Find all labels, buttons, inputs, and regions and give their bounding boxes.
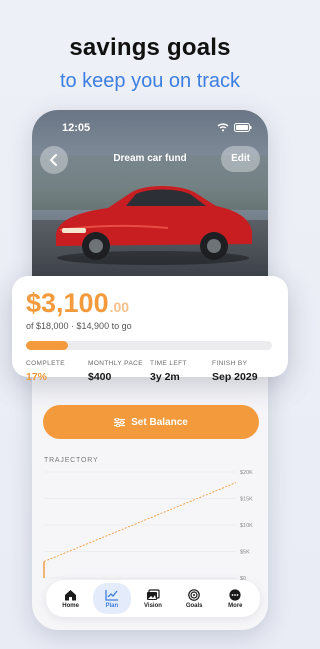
battery-icon: [234, 123, 252, 132]
stat-finish-by: FINISH BY Sep 2029: [212, 360, 274, 383]
progress-bar: [26, 341, 272, 350]
sliders-icon: [114, 417, 126, 427]
y-tick-label: $10K: [240, 523, 253, 529]
images-icon: [146, 588, 160, 600]
stat-monthly-pace: MONTHLY PACE $400: [88, 360, 150, 383]
tab-label: Goals: [185, 602, 203, 609]
savings-summary-card: $3,100 .00 of $18,000 · $14,900 to go CO…: [12, 276, 288, 383]
set-balance-label: Set Balance: [131, 416, 188, 428]
stat-value: $400: [88, 371, 112, 383]
chart-line-icon: [105, 589, 118, 601]
stat-time-left: TIME LEFT 3y 2m: [150, 360, 212, 383]
car-image: [56, 186, 252, 265]
tab-label: More: [228, 602, 243, 609]
stat-value: 3y 2m: [150, 371, 180, 383]
stat-label: COMPLETE: [26, 360, 65, 367]
goal-target-line: of $18,000 · $14,900 to go: [26, 321, 132, 331]
y-tick-label: $5K: [240, 550, 250, 556]
promo-title: savings goals: [69, 34, 231, 61]
tab-label: Plan: [105, 602, 119, 609]
amount-row: $3,100 .00: [26, 288, 274, 319]
set-balance-button[interactable]: Set Balance: [43, 405, 259, 439]
tab-bar: Home Plan Vision Goals More: [46, 580, 260, 617]
stat-value: Sep 2029: [212, 371, 258, 383]
y-tick-label: $20K: [240, 470, 253, 476]
tab-more[interactable]: More: [216, 583, 254, 614]
saved-amount: $3,100: [26, 288, 109, 318]
tab-vision[interactable]: Vision: [134, 583, 172, 614]
trajectory-chart: $0$5K$10K$15K$20K: [43, 470, 253, 582]
trajectory-line: [43, 482, 237, 562]
wifi-icon: [217, 123, 229, 132]
stat-label: FINISH BY: [212, 360, 248, 367]
status-icons: [217, 123, 252, 132]
tab-goals[interactable]: Goals: [175, 583, 213, 614]
hero-image: 12:05 Dream car fund Edit: [32, 110, 268, 280]
stat-value: 17%: [26, 371, 48, 383]
tab-label: Vision: [144, 602, 162, 609]
tab-home[interactable]: Home: [52, 583, 90, 614]
saved-cents: .00: [109, 299, 130, 315]
stats-row: COMPLETE 17% MONTHLY PACE $400 TIME LEFT…: [26, 360, 274, 383]
progress-fill: [26, 341, 68, 350]
y-tick-label: $15K: [240, 497, 253, 503]
promo-subtitle: to keep you on track: [59, 70, 241, 92]
home-icon: [65, 589, 77, 600]
target-icon: [188, 588, 200, 601]
status-time: 12:05: [62, 122, 91, 134]
stat-label: MONTHLY PACE: [88, 360, 144, 367]
trajectory-label: TRAJECTORY: [44, 457, 99, 464]
stat-label: TIME LEFT: [150, 360, 187, 367]
stat-complete: COMPLETE 17%: [26, 360, 88, 383]
ellipsis-icon: [229, 588, 241, 601]
tab-plan[interactable]: Plan: [92, 583, 131, 614]
tab-label: Home: [62, 602, 79, 609]
edit-button[interactable]: Edit: [221, 146, 260, 172]
